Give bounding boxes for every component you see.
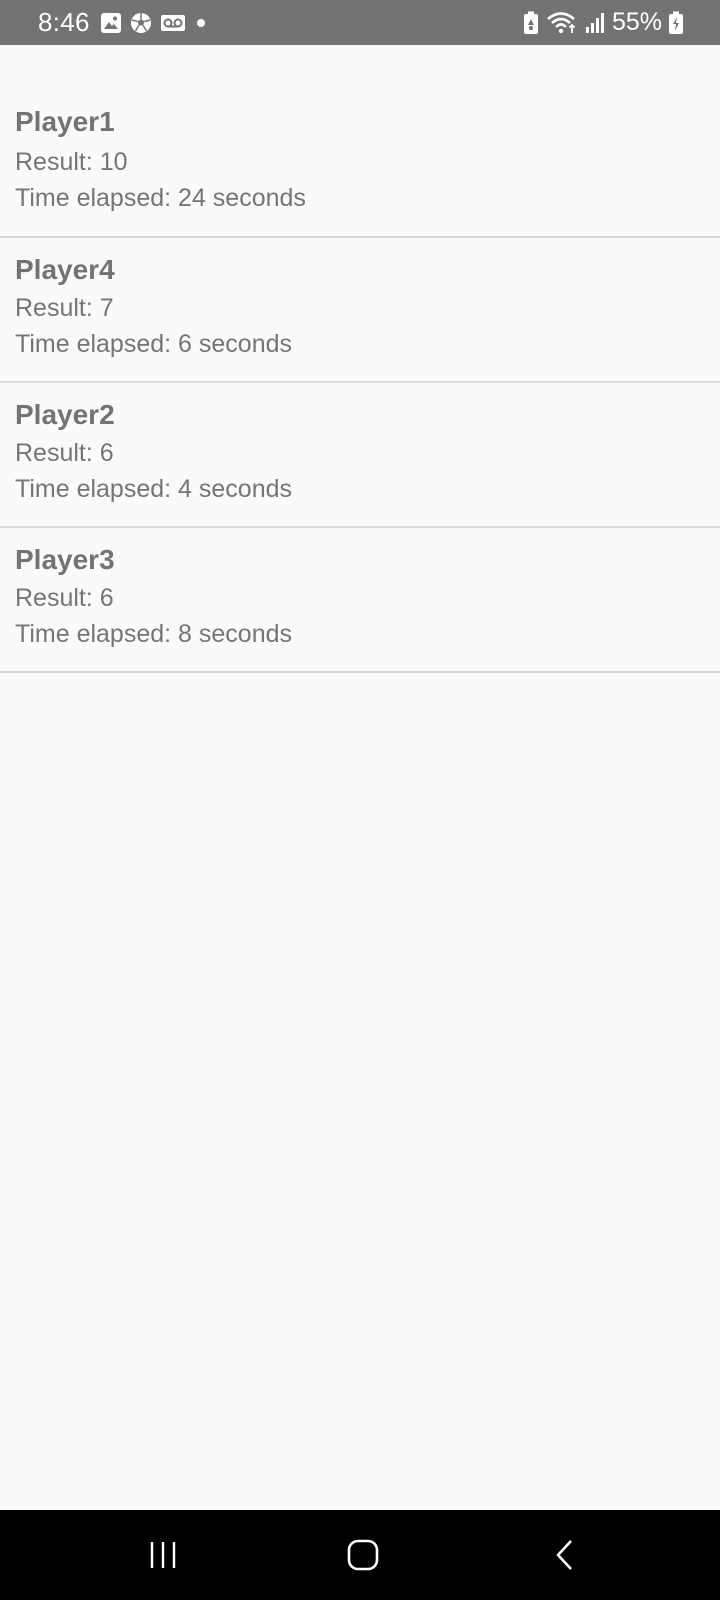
navigation-bar bbox=[0, 1510, 720, 1600]
recent-apps-icon bbox=[150, 1542, 176, 1568]
battery-percent: 55% bbox=[611, 8, 662, 36]
voicemail-icon bbox=[160, 12, 186, 34]
dot-icon bbox=[194, 12, 208, 34]
screen: 8:46 55% Player1 Result: 10 Time elapsed… bbox=[0, 0, 720, 1600]
battery-saver-icon bbox=[522, 11, 540, 35]
wifi-icon bbox=[546, 11, 578, 35]
system-icons: 55% bbox=[522, 8, 684, 37]
results-list: Player1 Result: 10 Time elapsed: 24 seco… bbox=[0, 45, 720, 673]
player-time: Time elapsed: 6 seconds bbox=[15, 330, 293, 358]
soccer-ball-icon bbox=[130, 12, 152, 34]
home-icon bbox=[347, 1539, 379, 1571]
home-button[interactable] bbox=[303, 1510, 423, 1600]
recent-apps-button[interactable] bbox=[103, 1510, 223, 1600]
battery-icon bbox=[668, 11, 684, 35]
status-bar: 8:46 55% bbox=[0, 0, 720, 45]
list-item[interactable]: Player4 Result: 7 Time elapsed: 6 second… bbox=[0, 238, 720, 383]
player-time: Time elapsed: 24 seconds bbox=[15, 184, 306, 212]
player-name: Player3 bbox=[15, 544, 115, 575]
player-time: Time elapsed: 4 seconds bbox=[15, 475, 293, 503]
notification-icons bbox=[100, 12, 208, 34]
player-name: Player2 bbox=[15, 399, 115, 430]
back-icon bbox=[556, 1540, 572, 1570]
gallery-icon bbox=[100, 12, 122, 34]
back-button[interactable] bbox=[506, 1510, 626, 1600]
player-result: Result: 6 bbox=[15, 439, 114, 467]
list-item[interactable]: Player2 Result: 6 Time elapsed: 4 second… bbox=[0, 383, 720, 528]
player-time: Time elapsed: 8 seconds bbox=[15, 620, 293, 648]
player-result: Result: 10 bbox=[15, 148, 128, 176]
player-result: Result: 7 bbox=[15, 294, 114, 322]
signal-icon bbox=[584, 11, 606, 35]
player-name: Player1 bbox=[15, 106, 115, 137]
list-item[interactable]: Player1 Result: 10 Time elapsed: 24 seco… bbox=[0, 106, 720, 238]
player-name: Player4 bbox=[15, 254, 115, 285]
status-time: 8:46 bbox=[38, 7, 90, 37]
list-item[interactable]: Player3 Result: 6 Time elapsed: 8 second… bbox=[0, 528, 720, 673]
player-result: Result: 6 bbox=[15, 584, 114, 612]
